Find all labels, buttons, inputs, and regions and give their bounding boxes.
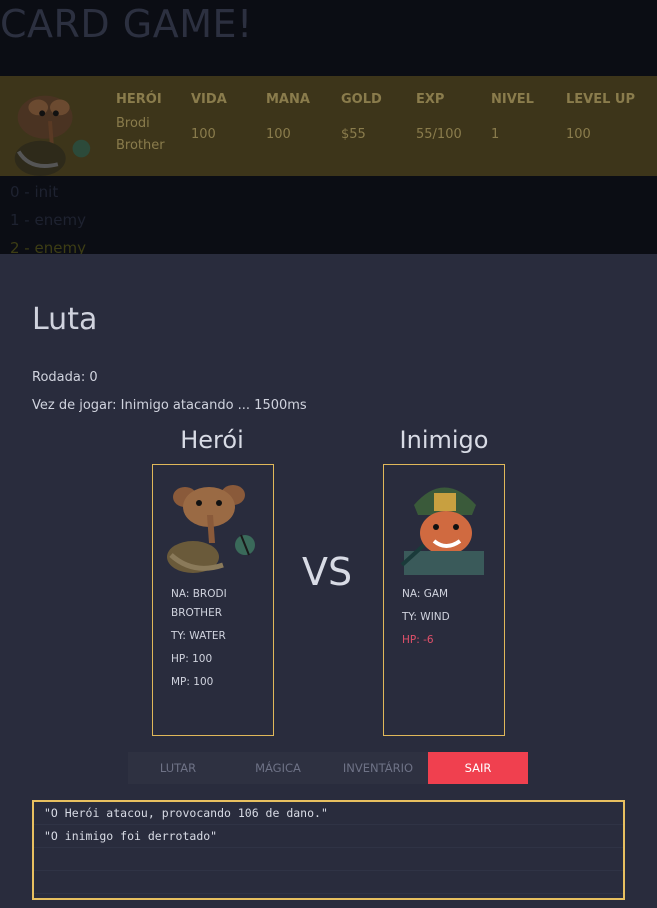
stats-exp: 55/100 — [416, 127, 462, 142]
versus-label: VS — [302, 550, 353, 594]
battle-log-line: "O inimigo foi derrotado" — [34, 825, 623, 848]
stats-header-levelup: LEVEL UP — [566, 92, 635, 107]
player-stats-bar: HERÓI VIDA MANA GOLD EXP NIVEL LEVEL UP … — [0, 76, 657, 176]
enemy-portrait — [394, 475, 494, 575]
battle-title: Luta — [32, 302, 98, 337]
stats-header-exp: EXP — [416, 92, 445, 107]
action-bar: LUTAR MÁGICA INVENTÁRIO SAIR — [128, 752, 528, 784]
event-log-item: 0 - init — [10, 183, 59, 201]
battle-panel: Luta Rodada: 0 Vez de jogar: Inimigo ata… — [0, 254, 657, 908]
stats-mana: 100 — [266, 127, 291, 142]
enemy-card-stats: NA: GAM TY: WIND HP: -6 — [402, 585, 498, 654]
inventory-button[interactable]: INVENTÁRIO — [328, 752, 428, 784]
hero-card-stats: NA: BRODI BROTHER TY: WATER HP: 100 MP: … — [171, 585, 267, 696]
stats-life: 100 — [191, 127, 216, 142]
stats-hero-name: Brodi Brother — [116, 116, 165, 153]
enemy-card-name: NA: GAM — [402, 588, 449, 600]
round-counter: Rodada: 0 — [32, 370, 98, 385]
magic-button[interactable]: MÁGICA — [228, 752, 328, 784]
enemy-card-hp: HP: -6 — [402, 634, 434, 646]
battle-log-line — [34, 871, 623, 894]
stats-table: HERÓI VIDA MANA GOLD EXP NIVEL LEVEL UP … — [116, 92, 646, 157]
hero-card-name: NA: BRODI BROTHER — [171, 588, 227, 619]
stats-levelup: 100 — [566, 127, 591, 142]
stats-header-life: VIDA — [191, 92, 227, 107]
game-title: CARD GAME! — [0, 2, 253, 46]
event-log: 0 - init 1 - enemy 2 - enemy — [10, 178, 86, 262]
stats-header-level: NIVEL — [491, 92, 534, 107]
enemy-card-type: TY: WIND — [402, 611, 450, 623]
enemy-label: Inimigo — [399, 426, 489, 454]
battle-log[interactable]: "O Herói atacou, provocando 106 de dano.… — [32, 800, 625, 900]
hero-card[interactable]: NA: BRODI BROTHER TY: WATER HP: 100 MP: … — [152, 464, 274, 736]
event-log-item: 1 - enemy — [10, 211, 86, 229]
turn-status: Vez de jogar: Inimigo atacando ... 1500m… — [32, 398, 307, 413]
stats-level: 1 — [491, 127, 500, 142]
hero-label: Herói — [180, 426, 244, 454]
hero-card-hp: HP: 100 — [171, 653, 213, 665]
hero-avatar — [1, 78, 99, 176]
hero-card-mp: MP: 100 — [171, 676, 214, 688]
stats-header-hero: HERÓI — [116, 92, 162, 107]
enemy-card[interactable]: NA: GAM TY: WIND HP: -6 — [383, 464, 505, 736]
stats-gold: $55 — [341, 127, 366, 142]
battle-log-line: "O Herói atacou, provocando 106 de dano.… — [34, 802, 623, 825]
stats-header-gold: GOLD — [341, 92, 382, 107]
hero-card-type: TY: WATER — [171, 630, 226, 642]
fight-button[interactable]: LUTAR — [128, 752, 228, 784]
stats-header-mana: MANA — [266, 92, 310, 107]
battle-log-line — [34, 848, 623, 871]
exit-button[interactable]: SAIR — [428, 752, 528, 784]
hero-portrait — [163, 475, 263, 575]
